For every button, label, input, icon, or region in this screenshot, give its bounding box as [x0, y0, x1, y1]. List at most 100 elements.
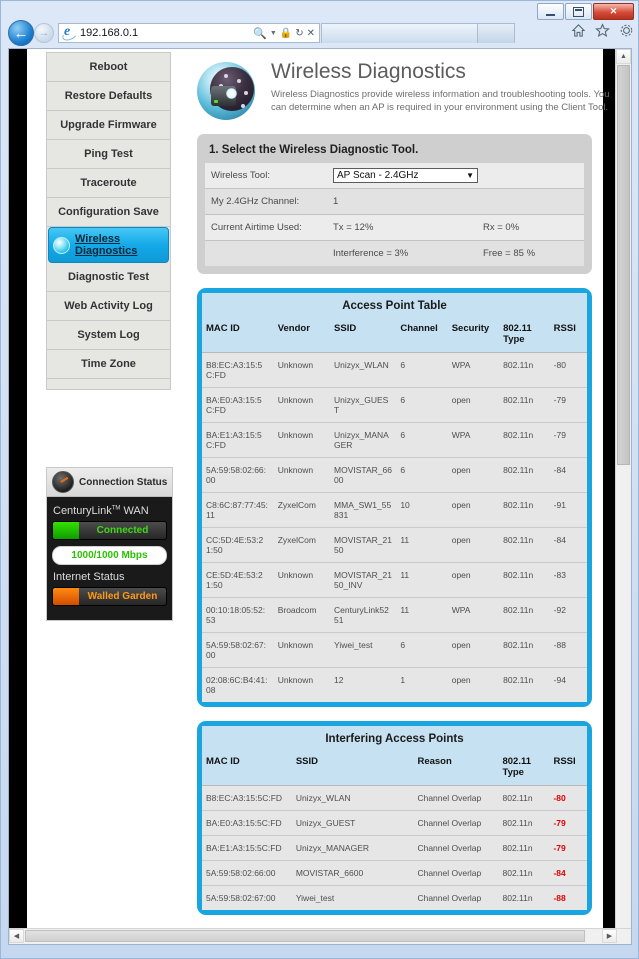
orb-icon: [53, 236, 70, 254]
table-cell: Unknown: [273, 632, 331, 668]
table-cell: C8:6C:87:77:45:11: [202, 492, 274, 528]
table-cell: ZyxelCom: [273, 492, 331, 528]
sidebar-item-label: Configuration Save: [58, 206, 159, 218]
table-row: 5A:59:58:02:66:00 MOVISTAR_6600 Channel Ov…: [202, 860, 587, 886]
sidebar-item-restore-defaults[interactable]: Restore Defaults: [47, 82, 170, 111]
link-speed-text: 1000/1000 Mbps: [71, 550, 148, 561]
lock-icon: 🔒: [279, 27, 293, 39]
table-cell: B8:EC:A3:15:5C:FD: [202, 352, 274, 388]
table-cell: 802.11n: [499, 422, 550, 458]
sidebar-item-configuration-save[interactable]: Configuration Save: [47, 198, 170, 227]
wireless-tool-panel: 1. Select the Wireless Diagnostic Tool. …: [197, 134, 592, 274]
table-cell: WPA: [447, 597, 500, 633]
table-row: B8:EC:A3:15:5C:FD Unknown Unizyx_WLAN 6 WPA 8…: [202, 352, 587, 388]
table-cell: 6: [396, 457, 448, 493]
sidebar-item-time-zone[interactable]: Time Zone: [47, 350, 170, 379]
close-button[interactable]: ✕: [593, 3, 634, 20]
sidebar-item-label: Wireless Diagnostics: [75, 233, 138, 257]
sidebar-item-wireless-diagnostics[interactable]: Wireless Diagnostics: [48, 227, 169, 263]
table-row: 5A:59:58:02:67:00 Unknown Yiwei_test 6 open 8…: [202, 632, 587, 668]
table-cell: -79: [549, 835, 587, 861]
wireless-tool-panel-heading: 1. Select the Wireless Diagnostic Tool.: [209, 144, 419, 156]
table-row: CC:5D:4E:53:21:50 ZyxelCom MOVISTAR_2150 11…: [202, 527, 587, 563]
page-header: Wireless Diagnostics Wireless Diagnostic…: [197, 52, 609, 122]
table-cell: 802.11n: [502, 893, 533, 903]
table-cell: BA:E0:A3:15:5C:FD: [202, 810, 292, 836]
table-cell: MOVISTAR_6600: [330, 457, 397, 493]
horizontal-scrollbar-thumb[interactable]: [25, 930, 585, 942]
table-cell: 1: [400, 675, 406, 685]
home-icon[interactable]: [571, 23, 586, 38]
table-cell: 5A:59:58:02:66:00: [202, 860, 292, 886]
sidebar-item-web-activity-log[interactable]: Web Activity Log: [47, 292, 170, 321]
table-row: 5A:59:58:02:67:00 Yiwei_test Channel Overl…: [202, 886, 587, 911]
col-rssi: RSSI: [549, 318, 587, 353]
table-cell: Unizyx_MANAGER: [330, 422, 397, 458]
horizontal-scrollbar[interactable]: ◀ ▶: [9, 928, 631, 944]
page-left-margin: [9, 49, 27, 944]
sidebar-item-reboot[interactable]: Reboot: [47, 53, 170, 82]
interfering-access-points-table-body: B8:EC:A3:15:5C:FD Unizyx_WLAN Channel Over…: [202, 785, 587, 911]
table-cell: 11: [396, 597, 448, 633]
table-row: B8:EC:A3:15:5C:FD Unizyx_WLAN Channel Over…: [202, 785, 587, 811]
refresh-icon[interactable]: ↻: [295, 28, 303, 39]
wan-status-text: Connected: [96, 525, 149, 536]
table-cell: Unknown: [277, 675, 314, 685]
sidebar-nav-footer: [46, 379, 171, 390]
sidebar-item-diagnostic-test[interactable]: Diagnostic Test: [47, 263, 170, 292]
sidebar-item-system-log[interactable]: System Log: [47, 321, 170, 350]
table-cell: 802.11n: [498, 810, 550, 836]
wireless-tool-label: Wireless Tool:: [211, 170, 270, 181]
col-ssid: SSID: [291, 751, 414, 786]
my-channel-value: 1: [333, 196, 339, 207]
page-description: Wireless Diagnostics provide wireless in…: [271, 89, 610, 113]
maximize-button[interactable]: [565, 3, 592, 20]
table-cell: 6: [396, 422, 448, 458]
page-title: Wireless Diagnostics: [271, 60, 466, 83]
vertical-scrollbar-thumb[interactable]: [617, 65, 630, 465]
wireless-tool-select[interactable]: AP Scan - 2.4GHz ▼: [333, 168, 478, 183]
window-controls: ✕: [537, 3, 634, 20]
table-cell: -84: [549, 860, 587, 886]
gear-icon[interactable]: [619, 23, 634, 38]
connection-status-header: Connection Status: [47, 468, 172, 497]
table-cell: open: [451, 675, 471, 685]
star-icon[interactable]: [595, 23, 610, 38]
chevron-down-icon[interactable]: ▼: [270, 30, 277, 37]
table-cell: 12: [334, 675, 344, 685]
table-row: 00:10:18:05:52:53 Broadcom CenturyLink5251…: [202, 597, 587, 633]
vertical-scrollbar[interactable]: ▲ ▼: [615, 49, 631, 944]
table-cell: -79: [549, 422, 587, 458]
table-cell: Yiwei_test: [330, 632, 397, 668]
table-cell: Unknown: [273, 352, 331, 388]
table-header-row: MAC ID SSID Reason 802.11 Type RSSI: [202, 751, 587, 786]
address-bar[interactable]: 192.168.0.1 🔍 ▼ 🔒 ↻ ✕: [58, 23, 320, 43]
browser-tab-active[interactable]: [321, 23, 479, 43]
close-icon[interactable]: ✕: [307, 28, 315, 39]
sidebar-item-traceroute[interactable]: Traceroute: [47, 169, 170, 198]
forward-arrow-icon[interactable]: →: [34, 23, 54, 43]
table-row: 5A:59:58:02:66:00 Unknown MOVISTAR_6600 6 op…: [202, 457, 587, 493]
sidebar-item-label: Web Activity Log: [64, 300, 153, 312]
scroll-up-arrow-icon[interactable]: ▲: [616, 49, 631, 64]
link-speed-badge: 1000/1000 Mbps: [52, 546, 167, 565]
wireless-tool-select-value: AP Scan - 2.4GHz: [337, 170, 419, 181]
table-cell: 11: [396, 562, 448, 598]
scroll-right-arrow-icon[interactable]: ▶: [602, 929, 617, 943]
back-arrow-icon[interactable]: ←: [8, 20, 34, 46]
connection-status-title: Connection Status: [79, 476, 168, 488]
sidebar-item-upgrade-firmware[interactable]: Upgrade Firmware: [47, 111, 170, 140]
wireless-diagnostics-logo-icon: [197, 60, 259, 122]
sidebar: Reboot Restore Defaults Upgrade Firmware…: [46, 52, 171, 390]
table-cell: MMA_SW1_55831: [330, 492, 397, 528]
table-cell: 802.11n: [498, 860, 550, 886]
table-cell: 802.11n: [503, 675, 534, 685]
table-cell: open: [447, 632, 500, 668]
scroll-left-arrow-icon[interactable]: ◀: [9, 929, 24, 943]
table-cell: Channel Overlap: [413, 835, 499, 861]
browser-tab-new[interactable]: [477, 23, 515, 43]
magnifier-icon[interactable]: 🔍: [253, 27, 267, 40]
wan-status-badge: Connected: [52, 521, 167, 540]
sidebar-item-ping-test[interactable]: Ping Test: [47, 140, 170, 169]
minimize-button[interactable]: [537, 3, 564, 20]
